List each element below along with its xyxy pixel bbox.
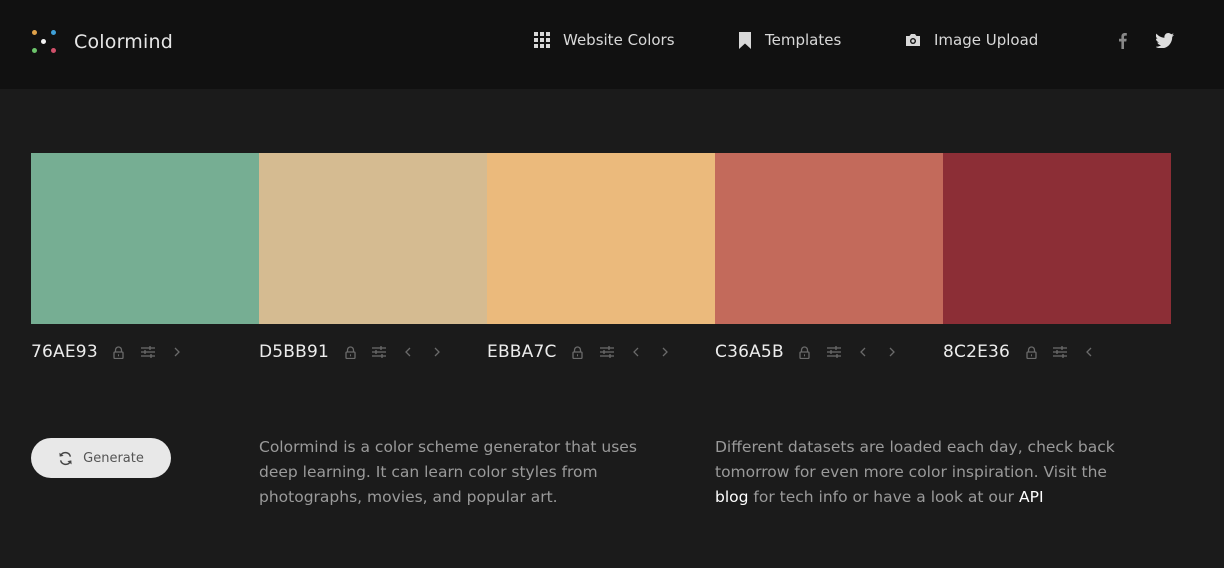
color-swatch-2[interactable] xyxy=(259,153,487,324)
chevron-right-icon[interactable] xyxy=(657,342,673,362)
brand-name: Colormind xyxy=(74,31,173,53)
bookmark-icon xyxy=(739,31,751,49)
nav-label: Website Colors xyxy=(563,31,675,49)
sliders-icon[interactable] xyxy=(371,342,387,362)
swatch-controls-2: D5BB91 xyxy=(259,342,458,362)
twitter-link[interactable] xyxy=(1155,33,1174,52)
sliders-icon[interactable] xyxy=(826,342,842,362)
intro-text: Colormind is a color scheme generator th… xyxy=(259,438,637,506)
datasets-sentence: Different datasets are loaded each day, … xyxy=(715,438,1115,481)
color-swatch-4[interactable] xyxy=(715,153,943,324)
datasets-text: Different datasets are loaded each day, … xyxy=(715,435,1135,510)
facebook-icon xyxy=(1119,33,1127,49)
hex-code[interactable]: 76AE93 xyxy=(31,342,98,362)
colormind-logo-icon xyxy=(30,28,58,56)
nav-website-colors[interactable]: Website Colors xyxy=(534,31,675,49)
nav-image-upload[interactable]: Image Upload xyxy=(905,31,1038,49)
grid-icon xyxy=(534,32,550,48)
lock-icon[interactable] xyxy=(111,342,127,362)
chevron-left-icon[interactable] xyxy=(628,342,644,362)
swatch-controls-5: 8C2E36 xyxy=(943,342,1110,362)
refresh-icon xyxy=(59,451,72,465)
sliders-icon[interactable] xyxy=(599,342,615,362)
hex-code[interactable]: C36A5B xyxy=(715,342,784,362)
sliders-icon[interactable] xyxy=(140,342,156,362)
sliders-icon[interactable] xyxy=(1052,342,1068,362)
brand-logo[interactable]: Colormind xyxy=(30,28,173,56)
camera-icon xyxy=(906,34,920,46)
chevron-left-icon[interactable] xyxy=(400,342,416,362)
nav-label: Templates xyxy=(765,31,842,49)
api-link[interactable]: API xyxy=(1019,488,1044,506)
generate-button[interactable]: Generate xyxy=(31,438,171,478)
tech-sentence: for tech info or have a look at our xyxy=(753,488,1015,506)
facebook-link[interactable] xyxy=(1118,32,1127,53)
color-swatch-3[interactable] xyxy=(487,153,715,324)
hex-code[interactable]: EBBA7C xyxy=(487,342,557,362)
lock-icon[interactable] xyxy=(342,342,358,362)
twitter-icon xyxy=(1155,33,1174,49)
hex-code[interactable]: D5BB91 xyxy=(259,342,329,362)
lock-icon[interactable] xyxy=(797,342,813,362)
swatch-controls-1: 76AE93 xyxy=(31,342,198,362)
chevron-right-icon[interactable] xyxy=(429,342,445,362)
swatch-controls-4: C36A5B xyxy=(715,342,913,362)
chevron-left-icon[interactable] xyxy=(1081,342,1097,362)
swatch-controls-3: EBBA7C xyxy=(487,342,686,362)
lock-icon[interactable] xyxy=(1023,342,1039,362)
blog-link[interactable]: blog xyxy=(715,488,748,506)
generate-label: Generate xyxy=(83,450,144,466)
nav-templates[interactable]: Templates xyxy=(738,31,841,49)
color-swatch-1[interactable] xyxy=(31,153,259,324)
chevron-left-icon[interactable] xyxy=(855,342,871,362)
chevron-right-icon[interactable] xyxy=(169,342,185,362)
chevron-right-icon[interactable] xyxy=(884,342,900,362)
color-swatch-5[interactable] xyxy=(943,153,1171,324)
lock-icon[interactable] xyxy=(570,342,586,362)
nav-label: Image Upload xyxy=(934,31,1039,49)
hex-code[interactable]: 8C2E36 xyxy=(943,342,1010,362)
top-navigation-bar: Colormind Website Colors Templates Image… xyxy=(0,0,1224,89)
color-palette xyxy=(31,153,1171,324)
